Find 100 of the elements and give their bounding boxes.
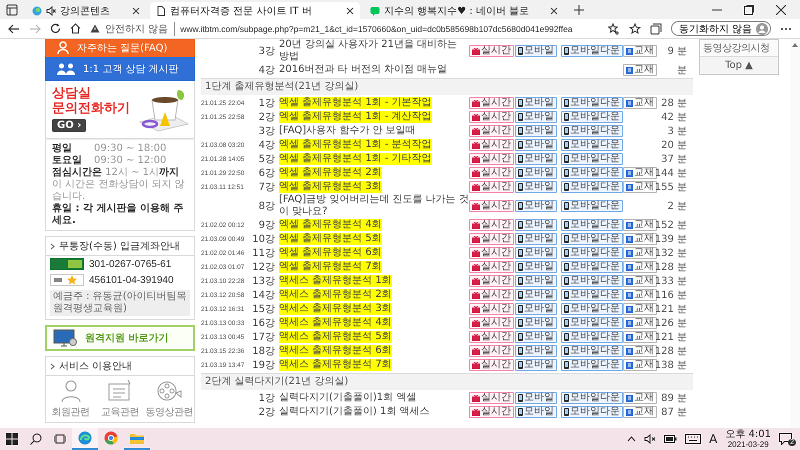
mobile-download-button[interactable]: 모바일다운 (561, 200, 623, 212)
lecture-title[interactable]: 실력다지기(기출풀이) 1회 액세스 (279, 406, 430, 418)
lecture-title[interactable]: 엑셀 출제유형분석 6회 (279, 247, 382, 259)
mobile-button[interactable]: 모바일 (515, 111, 557, 123)
textbook-button[interactable]: 교재 (623, 392, 657, 404)
live-button[interactable]: 실시간 (469, 97, 514, 109)
mobile-download-button[interactable]: 모바일다운 (561, 45, 623, 57)
live-button[interactable]: 실시간 (469, 345, 514, 357)
mobile-download-button[interactable]: 모바일다운 (561, 275, 623, 287)
live-button[interactable]: 실시간 (469, 359, 514, 371)
mobile-download-button[interactable]: 모바일다운 (561, 359, 623, 371)
live-button[interactable]: 실시간 (469, 247, 514, 259)
mobile-button[interactable]: 모바일 (515, 275, 557, 287)
live-button[interactable]: 실시간 (469, 261, 514, 273)
more-icon[interactable] (780, 26, 792, 30)
scroll-up-icon[interactable] (792, 43, 798, 47)
live-button[interactable]: 실시간 (469, 392, 514, 404)
add-favorite-icon[interactable] (608, 22, 620, 34)
mobile-button[interactable]: 모바일 (515, 303, 557, 315)
lecture-title[interactable]: 엑셀 출제유형분석 1회 - 분석작업 (279, 139, 432, 151)
task-view-icon[interactable] (54, 433, 66, 445)
url-text[interactable]: www.itbtm.com/subpage.php?p=m21_1&ct_id=1570660&on_uid=dc0b585698b107dc5680d041e992ffea (180, 24, 573, 34)
top-button[interactable]: Top ▲ (700, 57, 778, 74)
textbook-button[interactable]: 교재 (623, 275, 657, 287)
mobile-button[interactable]: 모바일 (515, 139, 557, 151)
taskbar-app[interactable] (72, 428, 98, 450)
browser-tab[interactable]: 강의콘텐츠 (26, 2, 146, 19)
mobile-download-button[interactable]: 모바일다운 (561, 345, 623, 357)
close-icon[interactable] (132, 6, 140, 14)
textbook-button[interactable]: 교재 (623, 359, 657, 371)
muted-speaker-icon[interactable] (644, 434, 656, 444)
search-icon[interactable] (30, 433, 42, 445)
lecture-title[interactable]: 20년 강의실 사용자가 21년을 대비하는 방법 (279, 39, 469, 63)
live-button[interactable]: 실시간 (469, 289, 514, 301)
back-icon[interactable] (8, 24, 20, 34)
live-button[interactable]: 실시간 (469, 181, 514, 193)
mobile-download-button[interactable]: 모바일다운 (561, 303, 623, 315)
textbook-button[interactable]: 교재 (623, 181, 657, 193)
mobile-button[interactable]: 모바일 (515, 289, 557, 301)
browser-tab[interactable]: 컴퓨터자격증 전문 사이트 IT 버 (150, 2, 360, 19)
mobile-download-button[interactable]: 모바일다운 (561, 219, 623, 231)
new-tab-icon[interactable] (574, 4, 584, 14)
live-button[interactable]: 실시간 (469, 219, 514, 231)
lecture-title[interactable]: 엑셀 출제유형분석 1회 - 기타작업 (279, 153, 432, 165)
consultation-board-banner[interactable]: 1:1 고객 상담 게시판 (45, 57, 195, 81)
live-button[interactable]: 실시간 (469, 200, 514, 212)
mobile-button[interactable]: 모바일 (515, 247, 557, 259)
textbook-button[interactable]: 교재 (623, 167, 657, 179)
live-button[interactable]: 실시간 (469, 303, 514, 315)
mobile-button[interactable]: 모바일 (515, 392, 557, 404)
close-icon[interactable] (776, 4, 786, 14)
collections-icon[interactable] (650, 22, 662, 34)
lecture-title[interactable]: 액세스 출제유형분석 6회 (279, 345, 392, 357)
mobile-button[interactable]: 모바일 (515, 181, 557, 193)
lecture-title[interactable]: [FAQ]사용자 함수가 안 보일때 (279, 125, 416, 137)
mobile-button[interactable]: 모바일 (515, 359, 557, 371)
live-button[interactable]: 실시간 (469, 153, 514, 165)
mobile-button[interactable]: 모바일 (515, 45, 557, 57)
textbook-button[interactable]: 교재 (623, 289, 657, 301)
textbook-button[interactable]: 교재 (623, 331, 657, 343)
lecture-title[interactable]: 엑셀 출제유형분석 5회 (279, 233, 382, 245)
mobile-button[interactable]: 모바일 (515, 331, 557, 343)
lecture-title[interactable]: 2016버전과 타 버전의 차이점 매뉴얼 (279, 64, 448, 76)
lecture-title[interactable]: 엑셀 출제유형분석 2회 (279, 167, 382, 179)
textbook-button[interactable]: 교재 (623, 261, 657, 273)
clock[interactable]: 오후 4:01 2021-03-29 (725, 430, 771, 448)
live-button[interactable]: 실시간 (469, 125, 514, 137)
lecture-title[interactable]: 액세스 출제유형분석 3회 (279, 303, 392, 315)
live-button[interactable]: 실시간 (469, 111, 514, 123)
mobile-download-button[interactable]: 모바일다운 (561, 153, 623, 165)
live-button[interactable]: 실시간 (469, 233, 514, 245)
live-button[interactable]: 실시간 (469, 275, 514, 287)
service-link[interactable]: 교육관련 (95, 379, 145, 419)
mobile-button[interactable]: 모바일 (515, 345, 557, 357)
textbook-button[interactable]: 교재 (623, 303, 657, 315)
service-link[interactable]: 회원관련 (46, 379, 96, 419)
textbook-button[interactable]: 교재 (623, 45, 657, 57)
lecture-title[interactable]: 액세스 출제유형분석 2회 (279, 289, 392, 301)
chevron-up-icon[interactable] (627, 436, 636, 442)
lecture-title[interactable]: 엑셀 출제유형분석 7회 (279, 261, 382, 273)
live-button[interactable]: 실시간 (469, 331, 514, 343)
maximize-icon[interactable] (744, 4, 754, 14)
live-button[interactable]: 실시간 (469, 406, 514, 418)
mobile-button[interactable]: 모바일 (515, 200, 557, 212)
textbook-button[interactable]: 교재 (623, 317, 657, 329)
live-button[interactable]: 실시간 (469, 317, 514, 329)
tab-actions-icon[interactable] (6, 4, 18, 16)
lecture-title[interactable]: 엑셀 출제유형분석 1회 - 계산작업 (279, 111, 432, 123)
mobile-button[interactable]: 모바일 (515, 153, 557, 165)
lecture-title[interactable]: 엑셀 출제유형분석 4회 (279, 219, 382, 231)
refresh-icon[interactable] (50, 23, 61, 34)
mobile-download-button[interactable]: 모바일다운 (561, 139, 623, 151)
mobile-download-button[interactable]: 모바일다운 (561, 125, 623, 137)
live-button[interactable]: 실시간 (469, 45, 514, 57)
mobile-download-button[interactable]: 모바일다운 (561, 289, 623, 301)
textbook-button[interactable]: 교재 (623, 64, 657, 76)
input-method-indicator[interactable]: A (709, 432, 718, 446)
security-label[interactable]: 안전하지 않음 (105, 22, 176, 36)
textbook-button[interactable]: 교재 (623, 406, 657, 418)
profile-button[interactable]: 동기화하지 않음 (670, 21, 771, 36)
